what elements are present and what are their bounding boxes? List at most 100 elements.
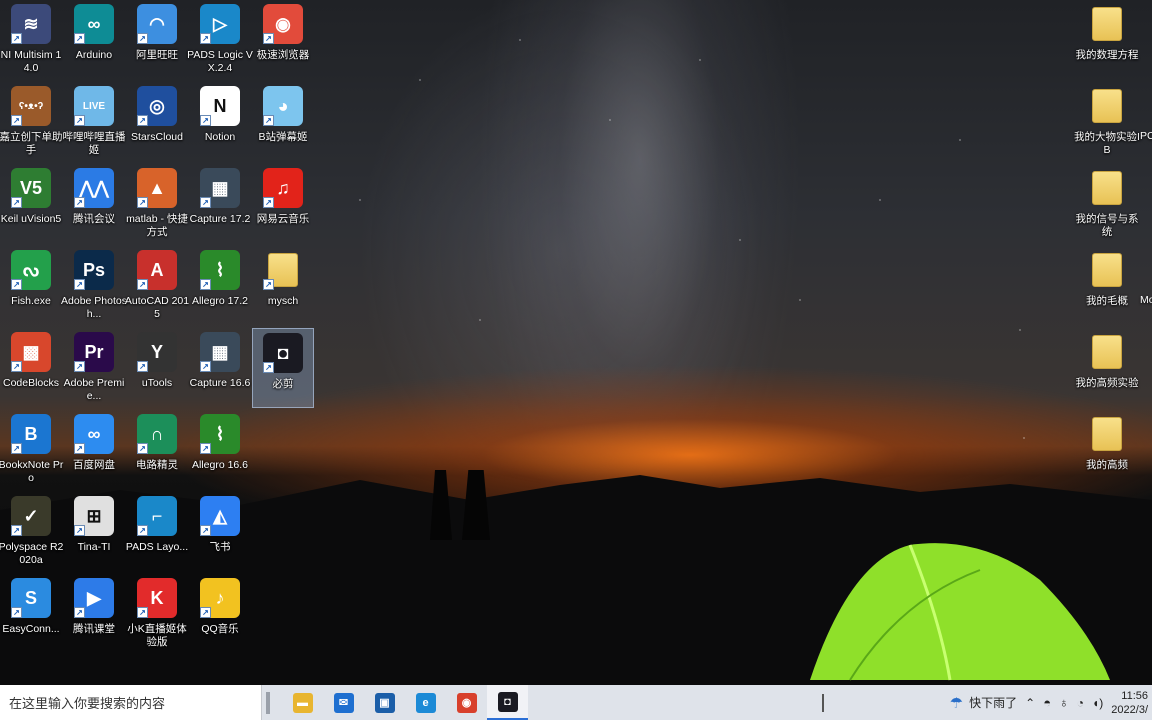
weather-widget[interactable]: ☂ 快下雨了: [946, 694, 1021, 712]
desktop-icon[interactable]: ▲ ↗ matlab - 快捷方式: [126, 164, 188, 244]
desktop-icon[interactable]: Y ↗ uTools: [126, 328, 188, 408]
desktop-icon-label: 哔哩哔哩直播姬: [62, 131, 126, 156]
desktop-icon[interactable]: ⌐ ↗ PADS Layo...: [126, 492, 188, 572]
taskbar-clock[interactable]: 11:56 2022/3/: [1107, 689, 1152, 717]
desktop-icon[interactable]: Pr ↗ Adobe Premie...: [63, 328, 125, 408]
desktop-icon[interactable]: ◠ ↗ 阿里旺旺: [126, 0, 188, 80]
desktop-icon-label: 小K直播姬体验版: [127, 623, 187, 648]
shortcut-arrow-icon: ↗: [137, 279, 148, 290]
desktop-icon[interactable]: ◭ ↗ 飞书: [189, 492, 251, 572]
shortcut-arrow-icon: ↗: [74, 279, 85, 290]
bookxnote-icon: B ↗: [11, 414, 51, 454]
folder-icon: [1087, 414, 1127, 454]
xiaok-live-icon: K ↗: [137, 578, 177, 618]
folder-icon: [1087, 86, 1127, 126]
pads-layout-icon: ⌐ ↗: [137, 496, 177, 536]
desktop-icon[interactable]: ◕ ↗ B站弹幕姬: [252, 82, 314, 162]
shortcut-arrow-icon: ↗: [11, 197, 22, 208]
desktop-icon[interactable]: ▦ ↗ Capture 17.2: [189, 164, 251, 244]
folder-icon: [1087, 332, 1127, 372]
desktop-icon[interactable]: ↗ mysch: [252, 246, 314, 326]
desktop-icon[interactable]: Ps ↗ Adobe Photosh...: [61, 246, 127, 326]
desktop-icon[interactable]: ▩ ↗ CodeBlocks: [0, 328, 62, 408]
desktop-icon[interactable]: ⊞ ↗ Tina-TI: [63, 492, 125, 572]
easyconnect-icon: S ↗: [11, 578, 51, 618]
fish-icon: ᔓ ↗: [11, 250, 51, 290]
desktop-icon[interactable]: B ↗ BookxNote Pro: [0, 410, 63, 490]
system-tray: ☂ 快下雨了 ⌃ ◓ ♁ ◔ ◖) 11:56 2022/3/: [821, 685, 1152, 720]
desktop-icon-label: Allegro 16.6: [191, 459, 249, 471]
show-hidden-icons-button[interactable]: ⌃: [1021, 696, 1039, 710]
wallpaper-tent: [810, 543, 1110, 681]
feishu-icon: ◭ ↗: [200, 496, 240, 536]
codeblocks-icon: ▩ ↗: [11, 332, 51, 372]
premiere-icon: Pr ↗: [74, 332, 114, 372]
desktop-icon[interactable]: ✓ ↗ Polyspace R2020a: [0, 492, 64, 572]
taskbar-app-button[interactable]: ◘: [487, 685, 528, 720]
qq-tray-icon[interactable]: ◓: [1039, 695, 1055, 710]
desktop-icon[interactable]: ⌇ ↗ Allegro 16.6: [189, 410, 251, 490]
desktop-icon-label: matlab - 快捷方式: [126, 213, 188, 238]
desktop-folder[interactable]: 我的信号与系统: [1076, 164, 1139, 244]
desktop-icon-label: Polyspace R2020a: [0, 541, 64, 566]
taskbar-app-button[interactable]: ✉: [323, 685, 364, 720]
desktop-icon[interactable]: ʕ•ᴥ•ʔ ↗ 嘉立创下单助手: [0, 82, 63, 162]
taskbar-app-button[interactable]: ◉: [446, 685, 487, 720]
search-placeholder: 在这里输入你要搜索的内容: [9, 696, 166, 711]
taskbar-app-button[interactable]: e: [405, 685, 446, 720]
desktop-icon-label: Adobe Photosh...: [61, 295, 127, 320]
shortcut-arrow-icon: ↗: [137, 33, 148, 44]
desktop-icon[interactable]: N ↗ Notion: [189, 82, 251, 162]
desktop-folder[interactable]: 我的数理方程: [1076, 0, 1139, 80]
desktop-icon[interactable]: ◉ ↗ 极速浏览器: [252, 0, 314, 80]
desktop-icon[interactable]: ∞ ↗ 百度网盘: [63, 410, 125, 490]
notion-icon: N ↗: [200, 86, 240, 126]
desktop-icon-label: Notion: [204, 131, 236, 143]
desktop-icon[interactable]: ◎ ↗ StarsCloud: [126, 82, 188, 162]
desktop-icon[interactable]: ⌇ ↗ Allegro 17.2: [189, 246, 251, 326]
taskbar: 在这里输入你要搜索的内容 ▬ ✉ ▣ e ◉ ◘ ☂ 快下雨了 ⌃ ◓ ♁ ◔ ◖) 11…: [0, 685, 1152, 720]
desktop-icon[interactable]: ᔓ ↗ Fish.exe: [0, 246, 62, 326]
taskbar-app-button[interactable]: ▬: [282, 685, 323, 720]
tina-ti-icon: ⊞ ↗: [74, 496, 114, 536]
autocad-icon: A ↗: [137, 250, 177, 290]
desktop-folder[interactable]: 我的大物实验IB: [1074, 82, 1140, 162]
edge-label-mo: Mo: [1140, 294, 1152, 306]
wifi-icon[interactable]: ◔: [1073, 696, 1088, 710]
desktop-icon[interactable]: V5 ↗ Keil uVision5: [0, 164, 62, 244]
desktop-icon[interactable]: ⋀⋀ ↗ 腾讯会议: [63, 164, 125, 244]
netease-music-icon: ♫ ↗: [263, 168, 303, 208]
shortcut-arrow-icon: ↗: [137, 443, 148, 454]
taskbar-app-button[interactable]: ▣: [364, 685, 405, 720]
desktop-icon[interactable]: S ↗ EasyConn...: [0, 574, 62, 654]
desktop-icon-label: AutoCAD 2015: [124, 295, 190, 320]
desktop-icon-label: Capture 16.6: [189, 377, 251, 389]
desktop-icon[interactable]: ◘ ↗ 必剪: [252, 328, 314, 408]
desktop-folder[interactable]: 我的毛概: [1076, 246, 1138, 326]
desktop-icon[interactable]: A ↗ AutoCAD 2015: [124, 246, 190, 326]
desktop-icon[interactable]: ≋ ↗ NI Multisim 14.0: [0, 0, 62, 80]
microphone-icon[interactable]: ♁: [1055, 695, 1073, 710]
desktop-icon[interactable]: ∞ ↗ Arduino: [63, 0, 125, 80]
tencent-meeting-icon: ⋀⋀ ↗: [74, 168, 114, 208]
taskbar-search-box[interactable]: 在这里输入你要搜索的内容: [0, 685, 262, 720]
desktop-icon[interactable]: ▷ ↗ PADS Logic VX.2.4: [187, 0, 253, 80]
desktop-icon[interactable]: K ↗ 小K直播姬体验版: [126, 574, 188, 654]
desktop-icon[interactable]: ▶ ↗ 腾讯课堂: [63, 574, 125, 654]
desktop-icon-label: 必剪: [272, 378, 294, 390]
qq-music-icon: ♪ ↗: [200, 578, 240, 618]
arduino-icon: ∞ ↗: [74, 4, 114, 44]
volume-icon[interactable]: ◖): [1088, 696, 1107, 710]
shortcut-arrow-icon: ↗: [263, 115, 274, 126]
desktop-folder[interactable]: 我的高频: [1076, 410, 1138, 490]
desktop-icon[interactable]: ▦ ↗ Capture 16.6: [189, 328, 251, 408]
folder-icon: ↗: [263, 250, 303, 290]
desktop-icon[interactable]: ∩ ↗ 电路精灵: [126, 410, 188, 490]
desktop-icon[interactable]: ♪ ↗ QQ音乐: [189, 574, 251, 654]
desktop-icon-label: 网易云音乐: [256, 213, 310, 225]
pads-logic-icon: ▷ ↗: [200, 4, 240, 44]
desktop-icon[interactable]: ♫ ↗ 网易云音乐: [252, 164, 314, 244]
shortcut-arrow-icon: ↗: [200, 607, 211, 618]
desktop-folder[interactable]: 我的高频实验: [1076, 328, 1139, 408]
desktop-icon[interactable]: LIVE ↗ 哔哩哔哩直播姬: [62, 82, 126, 162]
